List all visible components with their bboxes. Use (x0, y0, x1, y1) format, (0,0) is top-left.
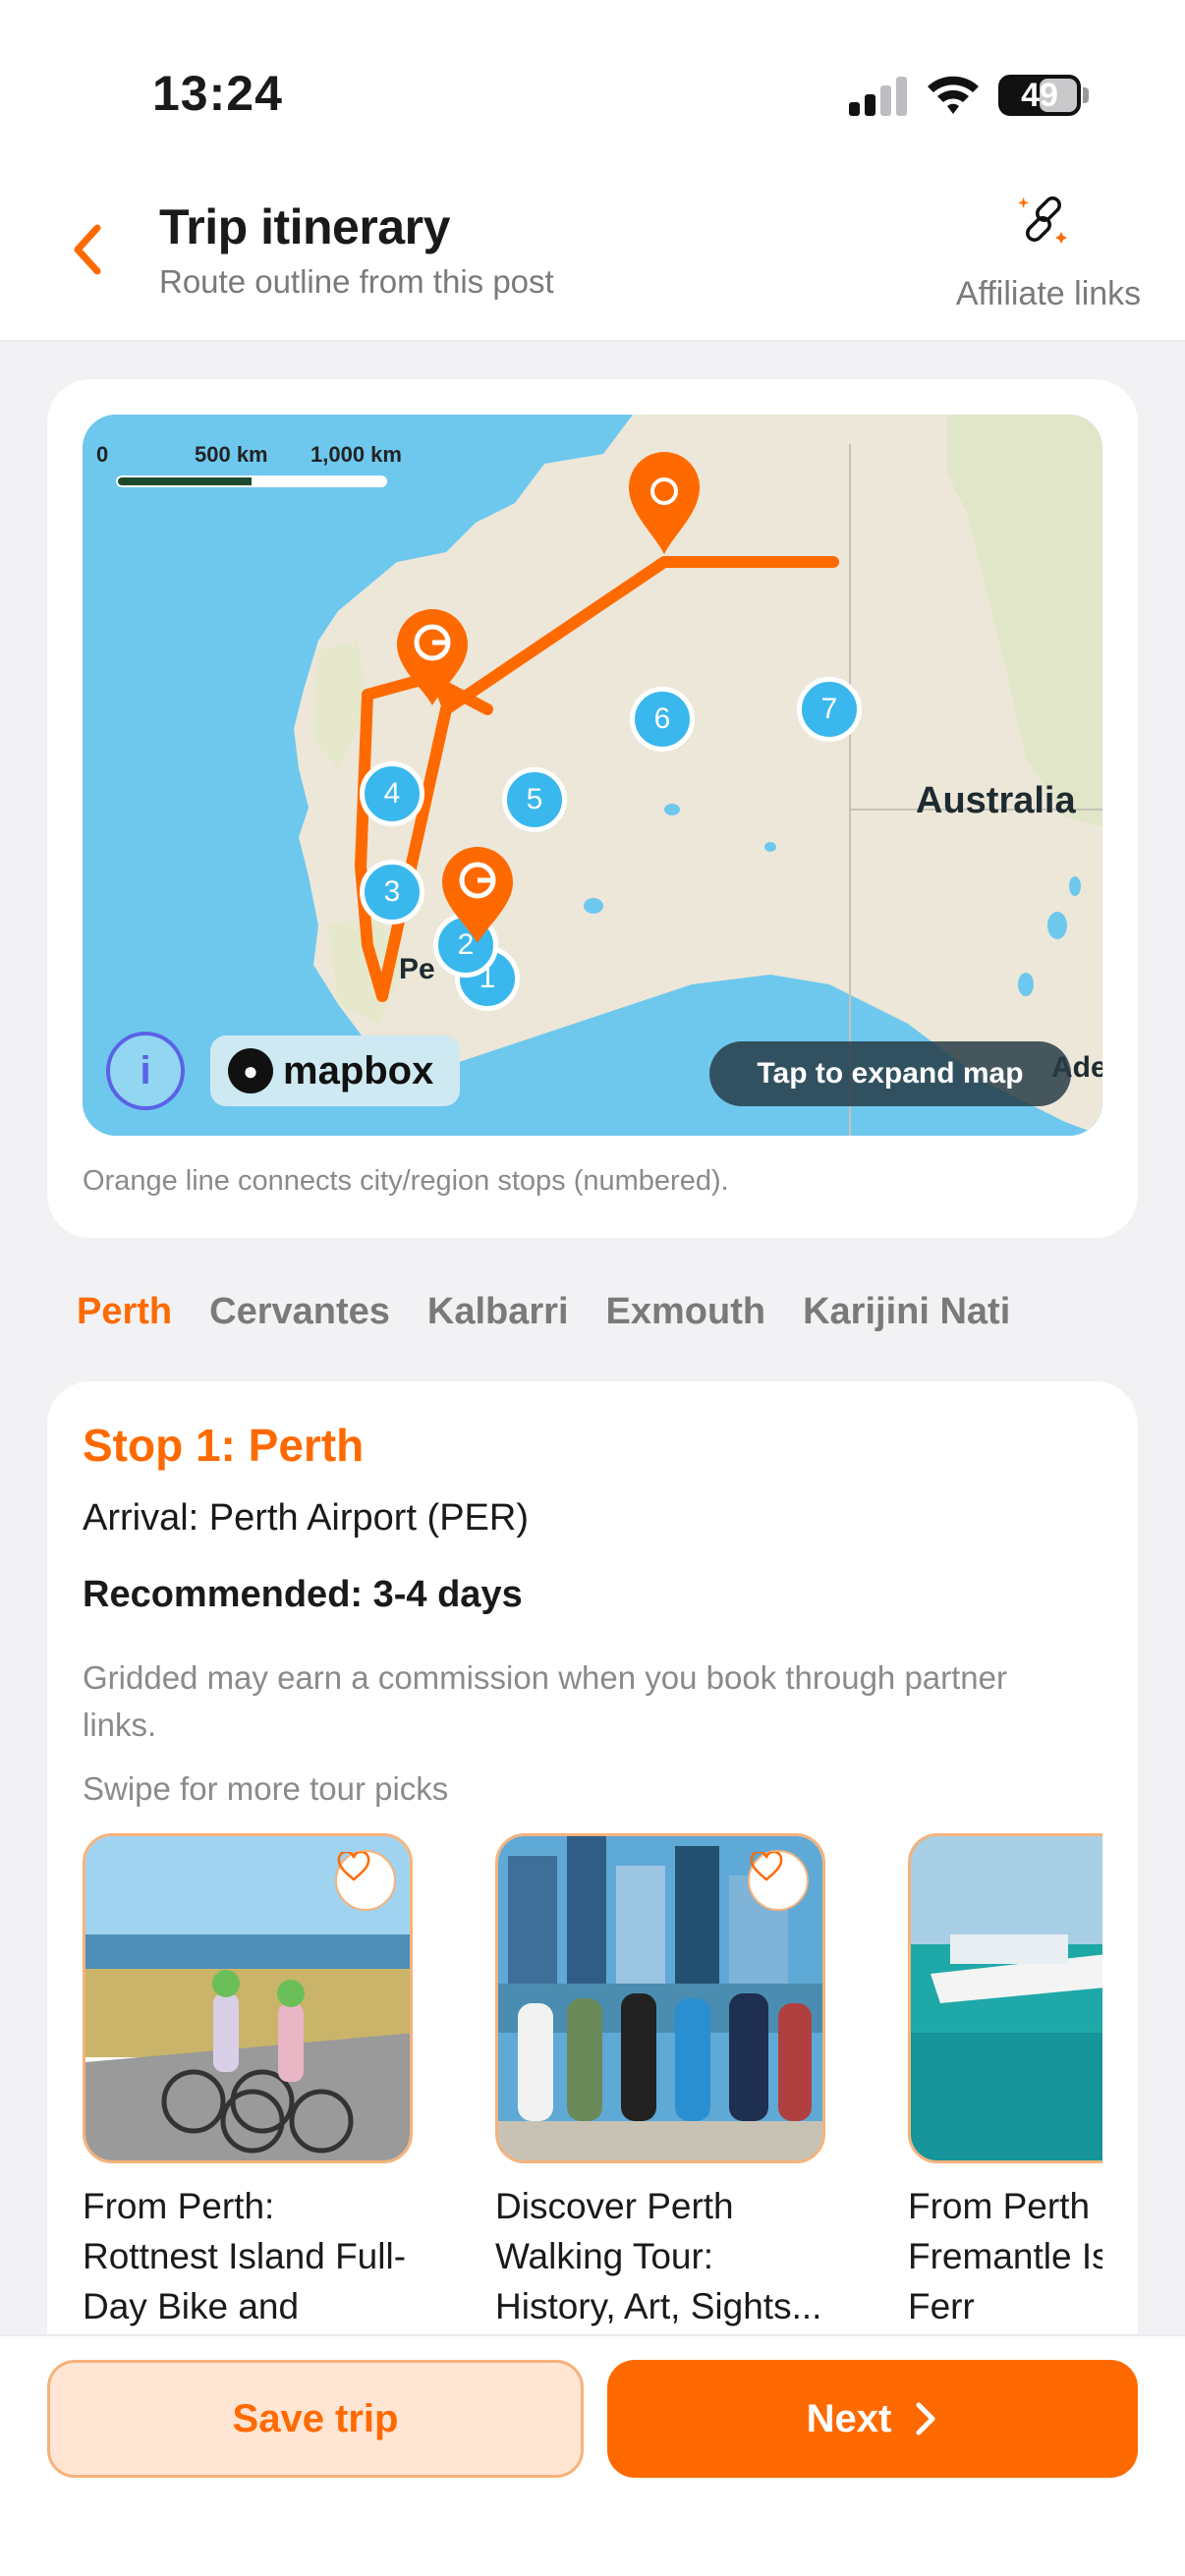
trip-itinerary-screen: 13:24 49 Trip itinerary Route outline fr… (0, 0, 1185, 2576)
map-info-button[interactable]: i (106, 1032, 185, 1110)
stop-title: Stop 1: Perth (83, 1420, 365, 1471)
city-label-perth: Pe (399, 953, 435, 985)
map-caption: Orange line connects city/region stops (… (83, 1165, 729, 1197)
heart-icon (750, 1852, 783, 1881)
favorite-button[interactable] (335, 1850, 396, 1911)
location-pin-icon[interactable] (625, 448, 704, 558)
tour-carousel[interactable]: From Perth: Rottnest Island Full-Day Bik… (83, 1833, 1102, 2344)
tour-title[interactable]: Discover Perth Walking Tour: History, Ar… (495, 2181, 825, 2331)
tour-image[interactable] (83, 1833, 413, 2163)
page-title: Trip itinerary (159, 199, 450, 254)
country-label: Australia (916, 780, 1076, 821)
map-card: 0 500 km 1,000 km Australia Pe Ade 12345… (47, 379, 1138, 1238)
mapbox-logo: ● mapbox (210, 1036, 460, 1106)
affiliate-links-button[interactable]: Affiliate links (935, 275, 1161, 313)
wifi-icon (924, 69, 983, 118)
map-scale: 0 500 km 1,000 km (96, 442, 402, 501)
bottom-action-bar: Save trip Next (0, 2334, 1185, 2576)
battery-icon: 49 (998, 75, 1081, 116)
expand-map-button[interactable]: Tap to expand map (709, 1041, 1071, 1106)
tab-exmouth[interactable]: Exmouth (606, 1291, 766, 1350)
save-trip-button[interactable]: Save trip (47, 2360, 584, 2478)
tour-title[interactable]: From Perth Fremantle Island Ferr (908, 2181, 1102, 2331)
mapbox-icon: ● (228, 1048, 273, 1093)
commission-note: Gridded may earn a commission when you b… (83, 1659, 1007, 1743)
page-subtitle: Route outline from this post (159, 263, 554, 300)
back-button[interactable] (53, 210, 122, 289)
scale-bar (116, 476, 387, 487)
tab-perth[interactable]: Perth (77, 1291, 172, 1350)
tour-image[interactable] (495, 1833, 825, 2163)
tab-cervantes[interactable]: Cervantes (209, 1291, 390, 1350)
chevron-left-icon (74, 224, 101, 275)
cellular-signal-icon (849, 77, 908, 116)
chevron-right-icon (916, 2402, 935, 2436)
tour-card[interactable]: From Perth Fremantle Island Ferr (908, 1833, 1102, 2331)
tour-title[interactable]: From Perth: Rottnest Island Full-Day Bik… (83, 2181, 413, 2331)
location-pin-icon[interactable] (393, 607, 472, 709)
tour-card[interactable]: From Perth: Rottnest Island Full-Day Bik… (83, 1833, 413, 2331)
tour-card[interactable]: Discover Perth Walking Tour: History, Ar… (495, 1833, 825, 2331)
link-icon[interactable] (1018, 195, 1071, 248)
next-label: Next (806, 2396, 892, 2440)
stop-marker-5[interactable]: 5 (502, 767, 567, 832)
tab-karijini[interactable]: Karijini Nati (803, 1291, 1010, 1350)
tab-kalbarri[interactable]: Kalbarri (427, 1291, 569, 1350)
next-button[interactable]: Next (607, 2360, 1138, 2478)
tour-image[interactable] (908, 1833, 1102, 2163)
stop-marker-3[interactable]: 3 (360, 860, 424, 924)
header-area: 13:24 49 Trip itinerary Route outline fr… (0, 0, 1185, 342)
stop-tabs: Perth Cervantes Kalbarri Exmouth Karijin… (77, 1291, 1185, 1350)
arrival-info: Arrival: Perth Airport (PER) (83, 1497, 529, 1539)
stop-marker-4[interactable]: 4 (360, 761, 424, 826)
stop-marker-7[interactable]: 7 (797, 677, 862, 742)
battery-tip (1083, 87, 1089, 103)
battery-level: 49 (1021, 77, 1058, 114)
favorite-button[interactable] (748, 1850, 809, 1911)
route-map[interactable]: 0 500 km 1,000 km Australia Pe Ade 12345… (83, 415, 1102, 1136)
stop-marker-6[interactable]: 6 (630, 687, 695, 752)
heart-icon (337, 1852, 370, 1881)
status-time: 13:24 (152, 66, 283, 121)
map-graphic (83, 415, 1102, 1136)
location-pin-icon[interactable] (438, 845, 517, 947)
recommended-duration: Recommended: 3-4 days (83, 1574, 523, 1615)
swipe-hint: Swipe for more tour picks (83, 1770, 449, 1807)
